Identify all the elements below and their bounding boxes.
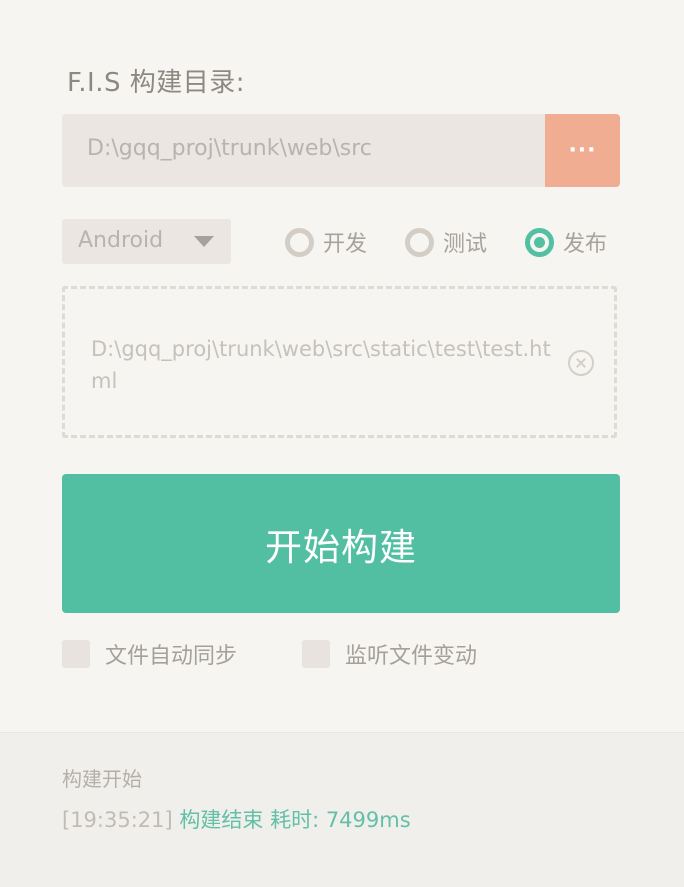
directory-path-text: D:\gqq_proj\trunk\web\src [87, 136, 372, 161]
log-line-start: 构建开始 [62, 767, 142, 791]
close-icon[interactable] [568, 350, 594, 376]
radio-checked-icon [525, 227, 554, 257]
checkbox-watch-changes[interactable]: 监听文件变动 [302, 639, 477, 669]
chevron-down-icon [194, 236, 214, 247]
checkbox-label-auto-sync: 文件自动同步 [105, 644, 238, 669]
log-timestamp: [19:35:21] [62, 808, 173, 832]
radio-label-test: 测试 [443, 232, 488, 257]
radio-button-icon [405, 227, 434, 257]
browse-button[interactable]: ··· [545, 114, 620, 187]
radio-mode-dev[interactable]: 开发 [285, 226, 367, 258]
file-drop-zone[interactable]: D:\gqq_proj\trunk\web\src\static\test\te… [62, 286, 617, 438]
directory-path-field[interactable]: D:\gqq_proj\trunk\web\src ··· [62, 114, 620, 187]
directory-label: F.I.S 构建目录: [67, 68, 246, 98]
platform-selected-value: Android [78, 228, 164, 253]
platform-select[interactable]: Android [62, 219, 231, 264]
radio-mode-test[interactable]: 测试 [405, 226, 487, 258]
checkbox-label-watch-changes: 监听文件变动 [345, 644, 478, 669]
radio-mode-release[interactable]: 发布 [525, 226, 607, 258]
start-build-button[interactable]: 开始构建 [62, 474, 620, 613]
checkbox-icon [302, 640, 330, 668]
build-log-panel: 构建开始 [19:35:21] 构建结束 耗时: 7499ms [0, 732, 684, 887]
radio-button-icon [285, 227, 314, 257]
radio-label-release: 发布 [563, 232, 608, 257]
checkbox-icon [62, 640, 90, 668]
selected-file-path: D:\gqq_proj\trunk\web\src\static\test\te… [91, 337, 551, 393]
log-line-end: [19:35:21] 构建结束 耗时: 7499ms [62, 804, 411, 834]
checkbox-auto-sync[interactable]: 文件自动同步 [62, 639, 237, 669]
radio-label-dev: 开发 [323, 232, 368, 257]
log-message: 构建结束 耗时: 7499ms [179, 808, 411, 832]
